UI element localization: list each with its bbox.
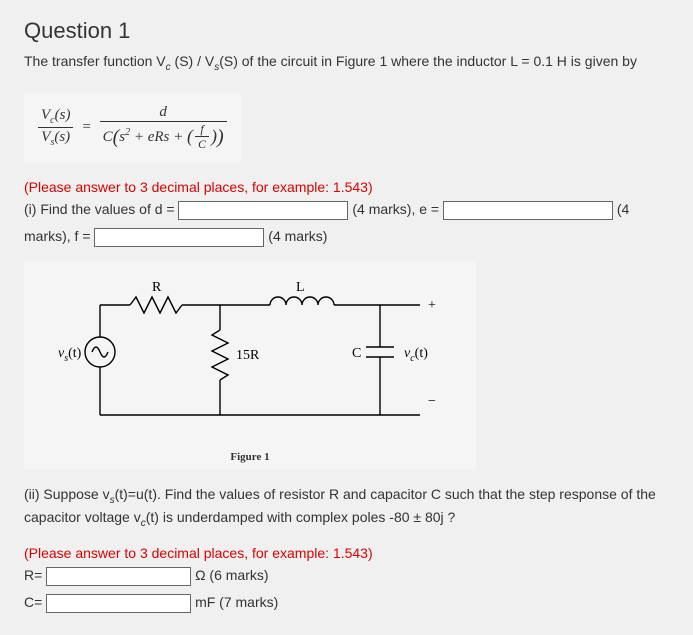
C-line: C= mF (7 marks) [24, 590, 669, 615]
input-d[interactable] [178, 201, 348, 220]
figure-caption: Figure 1 [40, 451, 460, 463]
input-C[interactable] [46, 594, 191, 613]
input-e[interactable] [443, 201, 613, 220]
input-R[interactable] [46, 567, 191, 586]
circuit-diagram: R L 15R C + − vs(t) vc(t) [40, 275, 460, 445]
part-ii-text: (ii) Suppose vs(t)=u(t). Find the values… [24, 485, 669, 531]
precision-instruction-2: (Please answer to 3 decimal places, for … [24, 545, 669, 561]
question-prompt: The transfer function Vc (S) / Vs(S) of … [24, 52, 669, 75]
label-C: C [352, 346, 361, 361]
label-15R: 15R [236, 348, 260, 363]
circuit-figure: R L 15R C + − vs(t) vc(t) Figure 1 [24, 261, 476, 469]
question-title: Question 1 [24, 18, 669, 44]
part-i-line-1: (i) Find the values of d = (4 marks), e … [24, 197, 669, 222]
label-R: R [152, 280, 162, 295]
part-i-line-2: marks), f = (4 marks) [24, 224, 669, 249]
input-f[interactable] [94, 228, 264, 247]
minus-terminal: − [428, 394, 436, 409]
transfer-function-formula: Vc(s) Vs(s) = d C(s2 + eRs + (fC)) [24, 93, 241, 163]
precision-instruction-1: (Please answer to 3 decimal places, for … [24, 179, 669, 195]
label-vs: vs(t) [58, 346, 82, 364]
plus-terminal: + [428, 298, 436, 313]
label-vc: vc(t) [404, 346, 428, 364]
R-line: R= Ω (6 marks) [24, 563, 669, 588]
label-L: L [296, 280, 305, 295]
